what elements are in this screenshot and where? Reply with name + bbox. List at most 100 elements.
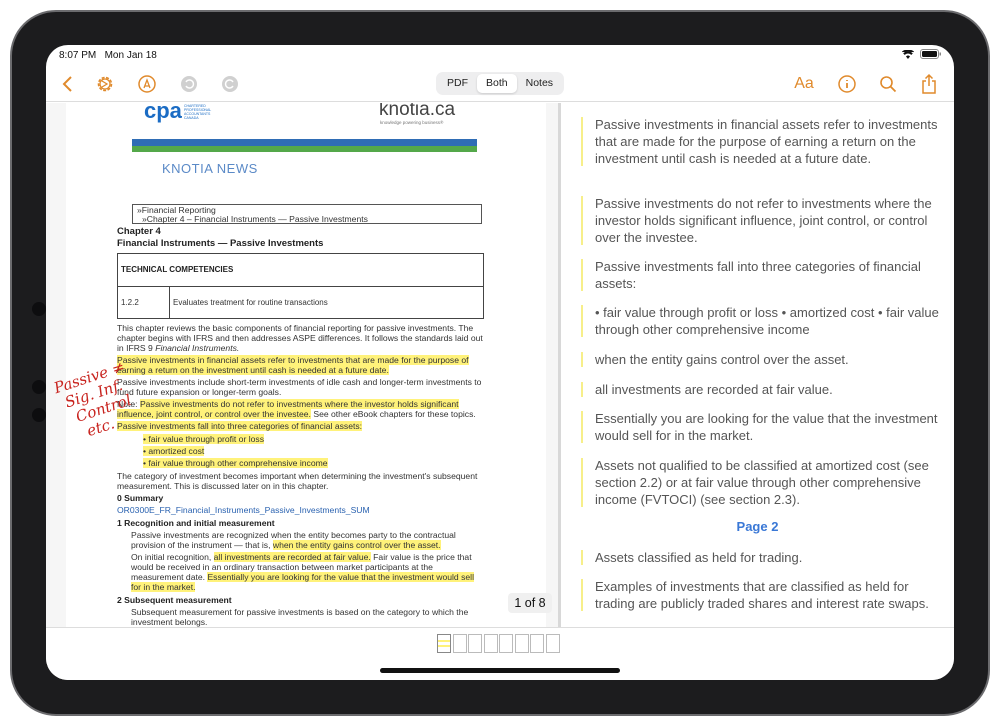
note-item[interactable]: Passive investments in financial assets …: [581, 116, 940, 167]
note-item[interactable]: Passive investments fall into three cate…: [581, 258, 940, 292]
pdf-text-line: Subsequent measurement for passive inves…: [131, 607, 468, 617]
pdf-text-line: OR0300E_FR_Financial_Instruments_Passive…: [117, 505, 370, 515]
pdf-text: investment belongs.: [131, 617, 208, 627]
search-icon[interactable]: [877, 73, 899, 95]
note-item[interactable]: when the entity gains control over the a…: [581, 351, 940, 368]
highlighted-text: earning a return on the investment until…: [117, 365, 389, 375]
pdf-text-line: Passive investments are recognized when …: [131, 530, 456, 540]
segment-both[interactable]: Both: [477, 74, 517, 93]
redo-icon[interactable]: [219, 73, 241, 95]
pdf-text: provision of the instrument — that is,: [131, 540, 273, 550]
page-thumbnail[interactable]: [483, 634, 498, 653]
page-thumbnail[interactable]: [514, 634, 529, 653]
page-thumbnail[interactable]: [545, 634, 560, 653]
pdf-text-line: • fair value through profit or loss: [143, 434, 264, 444]
pdf-text-line: 1 Recognition and initial measurement: [117, 518, 275, 528]
table-header: TECHNICAL COMPETENCIES: [121, 265, 234, 274]
screen: 8:07 PM Mon Jan 18 PDF Both Notes Aa cpa…: [46, 45, 954, 680]
pdf-text: measurement. This is discussed later on …: [117, 481, 329, 491]
news-title: KNOTIA NEWS: [162, 161, 258, 176]
summary-link[interactable]: OR0300E_FR_Financial_Instruments_Passive…: [117, 505, 370, 515]
toolbar: PDF Both Notes Aa: [46, 67, 954, 102]
note-item[interactable]: Assets classified as held for trading.: [581, 549, 940, 566]
page-thumbnail[interactable]: [530, 634, 544, 653]
pdf-text-line: provision of the instrument — that is, w…: [131, 540, 441, 550]
pdf-text: Fair value is the price that: [370, 552, 472, 562]
pdf-text: 2 Subsequent measurement: [117, 595, 232, 605]
note-item[interactable]: • fair value through profit or loss • am…: [581, 304, 940, 338]
table-cell: Evaluates treatment for routine transact…: [173, 298, 328, 307]
status-time: 8:07 PM: [59, 50, 97, 61]
pdf-text: 0 Summary: [117, 493, 164, 503]
highlighted-text: Passive investments do not refer to inve…: [139, 399, 459, 409]
back-chevron-icon[interactable]: [56, 73, 78, 95]
breadcrumb-box: »Financial Reporting »Chapter 4 – Financ…: [132, 204, 482, 224]
page-thumbnail[interactable]: [499, 634, 513, 653]
pdf-text-line: 2 Subsequent measurement: [117, 595, 232, 605]
highlighted-text: Passive investments in financial assets …: [117, 355, 469, 365]
pdf-text: Financial Instruments.: [155, 343, 240, 353]
highlighted-text: when the entity gains control over the a…: [272, 540, 441, 550]
pdf-text-line: for in the market.: [131, 582, 196, 592]
pdf-text: See other eBook chapters for these topic…: [310, 409, 476, 419]
pdf-text-line: chapter begins with IFRS and then addres…: [117, 333, 483, 343]
pdf-text-line: Passive investments include short-term i…: [117, 377, 481, 387]
pdf-text: 1 Recognition and initial measurement: [117, 518, 275, 528]
knotia-logo-sub: knowledge powering business®: [380, 120, 444, 125]
segment-pdf[interactable]: PDF: [438, 74, 477, 93]
pdf-text-line: fund future expansion or longer-term goa…: [117, 387, 281, 397]
pdf-text-line: measurement date. Essentially you are lo…: [131, 572, 474, 582]
highlighted-text: Passive investments fall into three cate…: [117, 421, 363, 431]
pdf-text: Passive investments include short-term i…: [117, 377, 482, 387]
share-icon[interactable]: [918, 73, 940, 95]
chapter-title: Financial Instruments — Passive Investme…: [117, 238, 324, 249]
page-2-header: Page 2: [736, 519, 779, 534]
pdf-text: would be received in an ordinary transac…: [131, 562, 433, 572]
pdf-text-line: would be received in an ordinary transac…: [131, 562, 433, 572]
highlighted-text: all investments are recorded at fair val…: [213, 552, 371, 562]
note-item[interactable]: Assets not qualified to be classified at…: [581, 457, 940, 508]
pdf-text-line: in IFRS 9 Financial Instruments.: [117, 343, 239, 353]
pdf-text-line: • amortized cost: [143, 446, 205, 456]
settings-gear-icon[interactable]: [94, 73, 116, 95]
page-thumbnail[interactable]: [437, 634, 451, 653]
note-item[interactable]: Essentially you are looking for the valu…: [581, 410, 940, 444]
pdf-text-line: 0 Summary: [117, 493, 163, 503]
bezel-dot: [32, 380, 46, 394]
note-item[interactable]: Passive investments do not refer to inve…: [581, 195, 940, 246]
bezel-dot: [32, 302, 46, 316]
info-icon[interactable]: [836, 73, 858, 95]
notes-pane[interactable]: Passive investments in financial assets …: [561, 103, 954, 627]
undo-icon[interactable]: [178, 73, 200, 95]
markup-pen-icon[interactable]: [136, 73, 158, 95]
highlighted-text: Essentially you are looking for the valu…: [207, 572, 474, 582]
page-thumbnail[interactable]: [452, 634, 467, 653]
status-icons: [902, 49, 942, 59]
pdf-text: chapter begins with IFRS and then addres…: [117, 333, 483, 343]
highlighted-text: • amortized cost: [143, 446, 205, 456]
pdf-text-line: Passive investments fall into three cate…: [117, 421, 363, 431]
pdf-text-line: Passive investments in financial assets …: [117, 355, 469, 365]
pdf-text: measurement date.: [131, 572, 208, 582]
status-bar: 8:07 PM Mon Jan 18: [59, 50, 157, 61]
pdf-text: fund future expansion or longer-term goa…: [117, 387, 282, 397]
table-cell: 1.2.2: [121, 298, 139, 307]
pdf-text-line: Note: Passive investments do not refer t…: [117, 399, 459, 409]
pdf-pane[interactable]: cpa CHARTERED PROFESSIONAL ACCOUNTANTS C…: [46, 103, 558, 627]
highlighted-text: for in the market.: [131, 582, 196, 592]
pdf-text-line: The category of investment becomes impor…: [117, 471, 477, 481]
pdf-text-line: influence, joint control, or control ove…: [117, 409, 476, 419]
highlighted-text: • fair value through profit or loss: [143, 434, 264, 444]
blue-band: [132, 139, 477, 146]
font-settings-button[interactable]: Aa: [792, 73, 816, 95]
note-item[interactable]: Examples of investments that are classif…: [581, 578, 940, 612]
pdf-text-line: This chapter reviews the basic component…: [117, 323, 473, 333]
pdf-text-line: investment belongs.: [131, 617, 207, 627]
battery-icon: [920, 49, 941, 59]
page-thumbnail[interactable]: [468, 634, 482, 653]
segment-notes[interactable]: Notes: [517, 74, 562, 93]
chapter-number: Chapter 4: [117, 226, 161, 237]
note-item[interactable]: all investments are recorded at fair val…: [581, 381, 940, 398]
green-band: [132, 146, 477, 152]
pdf-text: Subsequent measurement for passive inves…: [131, 607, 469, 617]
